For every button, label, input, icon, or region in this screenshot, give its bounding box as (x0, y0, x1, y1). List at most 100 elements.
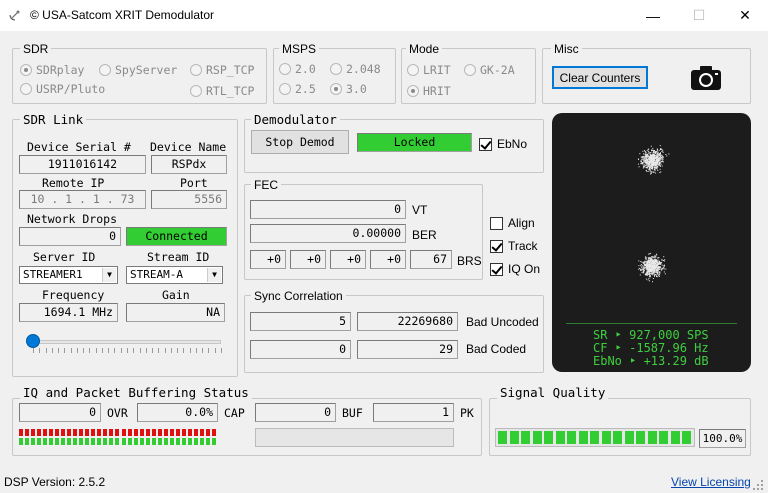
radio-dot (330, 83, 342, 95)
slider-tick (58, 348, 60, 353)
slider-tick (195, 348, 197, 353)
slider-tick (95, 348, 97, 353)
meter-segment-red (73, 429, 78, 436)
meter-segment-green (109, 438, 114, 445)
resize-grip-icon[interactable] (752, 479, 764, 491)
bad-uncoded-count-a: 5 (250, 312, 351, 331)
meter-segment-red (49, 429, 54, 436)
status-bar: DSP Version: 2.5.2 View Licensing (0, 473, 768, 493)
constellation-display: SR ‣ 927,000 SPS CF ‣ -1587.96 Hz EbNo ‣… (552, 113, 751, 372)
radio-hrit[interactable]: HRIT (407, 84, 451, 98)
title-bar: © USA-Satcom XRIT Demodulator — ☐ ✕ (0, 0, 768, 31)
gain-slider-thumb[interactable] (26, 334, 40, 348)
meter-segment-red (97, 429, 102, 436)
maximize-icon: ☐ (692, 7, 706, 23)
slider-tick (133, 348, 135, 353)
stream-id-select[interactable]: STREAM-A ▼ (126, 266, 223, 284)
track-checkbox[interactable]: Track (490, 239, 538, 253)
radio-msps-3-0[interactable]: 3.0 (330, 82, 367, 96)
iq-buffer-label: IQ and Packet Buffering Status (20, 385, 252, 400)
signal-quality-segment (498, 431, 507, 444)
ber-field: 0.00000 (250, 224, 406, 243)
slider-tick (64, 348, 66, 353)
buf-label: BUF (342, 406, 363, 420)
radio-dot (464, 64, 476, 76)
slider-tick (83, 348, 85, 353)
chevron-down-icon[interactable]: ▼ (102, 268, 116, 282)
meter-segment-green (37, 438, 42, 445)
meter-segment-green (151, 438, 156, 445)
radio-msps-2-0[interactable]: 2.0 (279, 62, 316, 76)
radio-usrp-pluto[interactable]: USRP/Pluto (20, 82, 105, 96)
remote-ip-field[interactable]: 10 . 1 . 1 . 73 (19, 190, 146, 209)
remote-ip-label: Remote IP (42, 176, 105, 190)
radio-spyserver[interactable]: SpyServer (99, 63, 177, 77)
clear-counters-button[interactable]: Clear Counters (552, 66, 648, 89)
meter-segment-red (163, 429, 168, 436)
radio-msps-2-048[interactable]: 2.048 (330, 62, 381, 76)
minimize-button[interactable]: — (630, 0, 676, 31)
fec-label: FEC (251, 178, 281, 192)
pk-label: PK (460, 406, 474, 420)
meter-segment-green (139, 438, 144, 445)
radio-label: HRIT (423, 84, 451, 98)
meter-segment-green (91, 438, 96, 445)
port-field[interactable]: 5556 (151, 190, 227, 209)
align-checkbox[interactable]: Align (490, 216, 535, 230)
meter-segment-red (169, 429, 174, 436)
slider-tick (70, 348, 72, 353)
radio-lrit[interactable]: LRIT (407, 63, 451, 77)
radio-dot (407, 64, 419, 76)
radio-dot (330, 63, 342, 75)
radio-rsp-tcp[interactable]: RSP_TCP (190, 63, 254, 77)
slider-tick (189, 348, 191, 353)
meter-segment-green (61, 438, 66, 445)
ebno-checkbox[interactable]: EbNo (479, 137, 527, 151)
brs-field: 67 (410, 250, 452, 269)
meter-segment-red (121, 429, 126, 436)
iq-on-checkbox[interactable]: IQ On (490, 262, 540, 276)
pk-field: 1 (373, 403, 454, 422)
signal-quality-segment (521, 431, 530, 444)
iq-level-meter (19, 428, 218, 446)
signal-quality-value: 100.0% (699, 429, 746, 448)
frequency-label: Frequency (42, 288, 105, 302)
checkbox-label: IQ On (508, 262, 541, 276)
radio-rtl-tcp[interactable]: RTL_TCP (190, 84, 254, 98)
meter-segment-green (169, 438, 174, 445)
meter-segment-green (121, 438, 126, 445)
camera-icon[interactable] (690, 64, 722, 92)
server-id-label: Server ID (33, 250, 96, 264)
slider-tick (145, 348, 147, 353)
signal-quality-segment (590, 431, 599, 444)
slider-tick (152, 348, 154, 353)
server-id-select[interactable]: STREAMER1 ▼ (19, 266, 118, 284)
view-licensing-link[interactable]: View Licensing (671, 475, 751, 489)
meter-segment-red (181, 429, 186, 436)
radio-label: RSP_TCP (206, 63, 255, 77)
meter-segment-red (175, 429, 180, 436)
ebno-readout: EbNo ‣ +13.29 dB (593, 354, 709, 368)
slider-tick (101, 348, 103, 353)
chevron-down-icon[interactable]: ▼ (207, 268, 221, 282)
meter-segment-red (187, 429, 192, 436)
signal-quality-segment (532, 431, 542, 444)
gain-slider-track[interactable] (33, 340, 221, 344)
radio-gk2a[interactable]: GK-2A (464, 63, 515, 77)
radio-sdrplay[interactable]: SDRplay (20, 63, 84, 77)
radio-label: 2.0 (295, 62, 316, 76)
radio-dot (20, 64, 32, 76)
maximize-button[interactable]: ☐ (676, 0, 722, 31)
meter-segment-green (97, 438, 102, 445)
meter-segment-green (103, 438, 108, 445)
radio-msps-2-5[interactable]: 2.5 (279, 82, 316, 96)
meter-segment-red (85, 429, 90, 436)
slider-tick (39, 348, 41, 353)
stop-demod-button[interactable]: Stop Demod (251, 130, 349, 154)
signal-quality-segment (613, 431, 622, 444)
ovr-label: OVR (107, 406, 128, 420)
ovr-field: 0 (19, 403, 101, 422)
sdr-group-label: SDR (20, 42, 52, 56)
close-button[interactable]: ✕ (722, 0, 768, 31)
buffer-progress-bar (255, 428, 454, 447)
